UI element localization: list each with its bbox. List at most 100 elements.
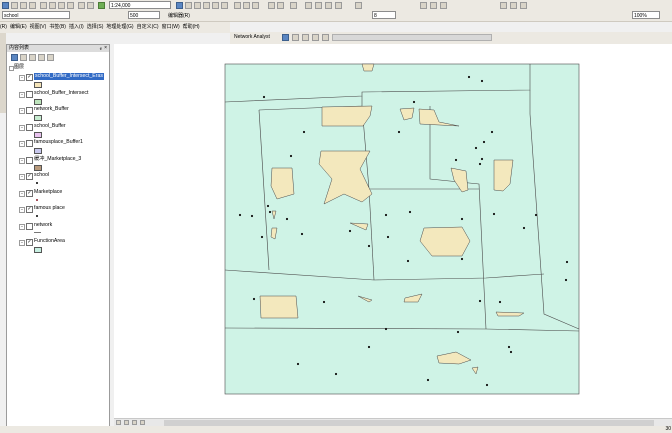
redo-icon[interactable] (87, 2, 94, 9)
layer-symbol[interactable] (36, 215, 38, 217)
search-icon[interactable] (194, 2, 201, 9)
create-network-location-icon[interactable] (292, 34, 299, 41)
list-by-source-icon[interactable] (20, 54, 27, 61)
copy-icon[interactable] (49, 2, 56, 9)
layer-name[interactable]: school_Buffer_Intersect_Eras (34, 73, 104, 80)
menu-item[interactable]: 插入(I) (69, 22, 84, 33)
map-point[interactable] (480, 79, 484, 83)
collapse-icon[interactable]: − (19, 174, 25, 180)
layout-zoom-out-icon[interactable] (430, 2, 437, 9)
map-point[interactable] (285, 217, 289, 221)
layer-visibility-checkbox[interactable] (26, 107, 33, 114)
cut-icon[interactable] (40, 2, 47, 9)
refresh-icon[interactable] (132, 420, 137, 425)
layer-name[interactable]: FunctionArea (34, 238, 65, 245)
layers-root[interactable]: 图层 (14, 64, 24, 71)
layer-row[interactable]: − school_Buffer_Intersect (7, 89, 109, 105)
directions-icon[interactable] (322, 34, 329, 41)
menu-item[interactable]: 书签(B) (49, 22, 66, 33)
map-view[interactable] (114, 44, 672, 418)
map-point[interactable] (467, 75, 471, 79)
collapse-icon[interactable]: − (19, 223, 25, 230)
collapse-icon[interactable]: − (19, 207, 25, 213)
layer-symbol[interactable] (36, 198, 38, 201)
map-point[interactable] (507, 345, 511, 349)
collapse-icon[interactable]: − (19, 108, 25, 114)
zoom-select[interactable]: 500 (128, 11, 160, 19)
layer-name[interactable]: famousplace_Buffer1 (34, 139, 83, 146)
map-point[interactable] (367, 244, 371, 248)
layer-row[interactable]: − network (7, 221, 109, 237)
buffer-polygon[interactable] (361, 63, 375, 72)
map-point[interactable] (485, 383, 489, 387)
layer-name[interactable]: school (34, 172, 49, 179)
layer-visibility-checkbox[interactable] (26, 222, 33, 230)
map-point[interactable] (454, 158, 458, 162)
layer-symbol[interactable] (34, 148, 42, 154)
map-point[interactable] (460, 217, 464, 221)
map-point[interactable] (474, 146, 478, 150)
layer-symbol[interactable] (34, 247, 42, 253)
open-icon[interactable] (11, 2, 18, 9)
map-point[interactable] (412, 100, 416, 104)
map-point[interactable] (522, 226, 526, 230)
list-by-visibility-icon[interactable] (29, 54, 36, 61)
map-point[interactable] (384, 327, 388, 331)
map-point[interactable] (268, 210, 272, 214)
layer-symbol[interactable] (34, 82, 42, 88)
map-point[interactable] (478, 299, 482, 303)
buffer-polygon[interactable] (495, 311, 525, 317)
map-point[interactable] (534, 213, 538, 217)
map-point[interactable] (478, 162, 482, 166)
collapse-icon[interactable]: − (19, 190, 25, 197)
paste-icon[interactable] (58, 2, 65, 9)
map-point[interactable] (266, 204, 270, 208)
layout-view-icon[interactable] (124, 420, 129, 425)
zoom-out-icon[interactable] (243, 2, 250, 9)
layer-visibility-checkbox[interactable]: ✓ (26, 173, 33, 180)
layer-visibility-checkbox[interactable] (26, 90, 33, 98)
menu-item[interactable]: 视图(V) (30, 22, 47, 33)
layer-row[interactable]: − school_Buffer (7, 122, 109, 138)
layout-zoom-in-icon[interactable] (420, 2, 427, 9)
layer-row[interactable]: − ✓ Marketplace (7, 188, 109, 204)
map-point[interactable] (509, 350, 513, 354)
map-point[interactable] (482, 140, 486, 144)
sketch-properties-icon[interactable] (335, 2, 342, 9)
menu-item[interactable]: 编辑(E) (10, 22, 27, 33)
map-point[interactable] (565, 260, 569, 264)
layer-symbol[interactable] (34, 231, 41, 233)
collapse-icon[interactable]: − (19, 124, 25, 131)
pan-icon[interactable] (252, 2, 259, 9)
map-point[interactable] (296, 362, 300, 366)
new-document-icon[interactable] (2, 2, 9, 9)
data-view-icon[interactable] (116, 420, 121, 425)
draw-rect-icon[interactable] (500, 2, 507, 9)
collapse-icon[interactable]: − (19, 91, 25, 98)
edit-tool-icon[interactable] (268, 2, 275, 9)
draw-line-icon[interactable] (520, 2, 527, 9)
layer-name[interactable]: Marketplace (34, 189, 62, 196)
collapse-icon[interactable]: − (19, 240, 25, 246)
menu-item[interactable]: 自定义(C) (137, 22, 159, 33)
layer-name[interactable]: school_Buffer (34, 123, 66, 130)
layer-visibility-checkbox[interactable]: ✓ (26, 239, 33, 246)
map-point[interactable] (250, 214, 254, 218)
layer-visibility-checkbox[interactable] (26, 123, 33, 131)
catalog-icon[interactable] (185, 2, 192, 9)
map-point[interactable] (238, 213, 242, 217)
options-icon[interactable] (47, 54, 54, 61)
list-by-drawing-order-icon[interactable] (11, 54, 18, 61)
zoom-in-icon[interactable] (234, 2, 241, 9)
layer-visibility-checkbox[interactable] (26, 156, 33, 164)
map-point[interactable] (300, 232, 304, 236)
scale-select[interactable]: 1:24,000 (109, 1, 171, 9)
menu-item[interactable]: 帮助(H) (183, 22, 200, 33)
menu-item[interactable]: (R) (0, 22, 7, 33)
collapse-icon[interactable]: − (19, 141, 25, 147)
model-icon[interactable] (221, 2, 228, 9)
save-icon[interactable] (20, 2, 27, 9)
undo-icon[interactable] (78, 2, 85, 9)
layer-symbol[interactable] (36, 182, 38, 184)
buffer-polygon[interactable] (259, 295, 299, 319)
